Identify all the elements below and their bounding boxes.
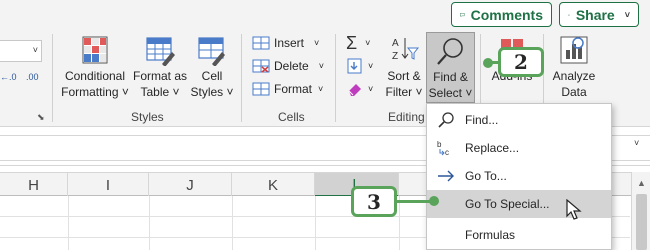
conditional-formatting-button[interactable]: Conditional Formatting ˅ xyxy=(60,32,130,104)
increase-decimal-button[interactable]: ←.0 xyxy=(0,72,17,82)
chevron-down-icon[interactable]: ˅ xyxy=(625,10,630,20)
insert-button[interactable]: Insert ˅ xyxy=(252,33,319,53)
cell-styles-label-2: Styles ˅ xyxy=(190,85,234,99)
chevron-down-icon[interactable]: ˅ xyxy=(634,138,639,148)
decrease-decimal-button[interactable]: .00 xyxy=(26,72,39,82)
share-button[interactable]: Share ˅ xyxy=(559,2,639,27)
group-divider xyxy=(241,34,242,122)
editing-group-label: Editing xyxy=(388,110,425,124)
scroll-thumb[interactable] xyxy=(636,194,647,250)
svg-text:c: c xyxy=(445,148,449,157)
find-select-menu: Find... bc Replace... Go To... Go To Spe… xyxy=(426,103,612,250)
vertical-scrollbar[interactable]: ▲ xyxy=(631,172,650,250)
menu-item-replace-label: Replace... xyxy=(465,141,520,155)
comments-label: Comments xyxy=(470,6,543,23)
svg-text:A: A xyxy=(392,38,399,49)
styles-group-label: Styles xyxy=(131,110,164,124)
sigma-icon: Σ xyxy=(346,32,358,53)
chevron-down-icon: ˅ xyxy=(32,45,38,55)
share-label: Share xyxy=(575,6,615,23)
menu-item-go-to-special-label: Go To Special... xyxy=(465,197,550,211)
gridline xyxy=(232,196,233,250)
sort-filter-button[interactable]: A Z Sort & Filter ˅ xyxy=(384,32,424,104)
format-button[interactable]: Format ˅ xyxy=(252,79,323,99)
column-header-k[interactable]: K xyxy=(232,173,315,197)
fill-down-icon xyxy=(347,58,362,74)
arrow-right-icon xyxy=(438,170,454,182)
delete-button[interactable]: Delete ˅ xyxy=(252,56,324,76)
gridline xyxy=(149,196,150,250)
delete-label: Delete xyxy=(274,59,309,73)
analyze-data-label-2: Data xyxy=(561,85,587,99)
cells-group-label: Cells xyxy=(278,110,305,124)
mouse-cursor-icon xyxy=(566,199,582,220)
chevron-down-icon: ˅ xyxy=(365,38,371,48)
svg-text:b: b xyxy=(437,140,442,149)
step-3-callout: 3 xyxy=(351,186,397,217)
format-as-table-button[interactable]: Format as Table ˅ xyxy=(131,32,189,104)
title-bar: Comments Share ˅ xyxy=(0,0,650,30)
step-2-callout: 2 xyxy=(498,47,544,77)
menu-item-formulas[interactable]: Formulas xyxy=(427,221,611,249)
menu-item-find-label: Find... xyxy=(465,113,499,127)
find-select-label-1: Find & xyxy=(433,70,468,84)
clear-button[interactable]: ˅ xyxy=(346,79,373,99)
find-select-button[interactable]: Find & Select ˅ xyxy=(426,32,475,103)
menu-item-go-to[interactable]: Go To... xyxy=(427,162,611,190)
sort-filter-label-1: Sort & xyxy=(387,69,421,83)
conditional-formatting-label-2: Formatting ˅ xyxy=(61,85,129,99)
insert-label: Insert xyxy=(274,36,305,50)
group-divider xyxy=(335,34,336,122)
group-divider xyxy=(52,34,53,122)
comment-icon xyxy=(460,12,465,17)
conditional-formatting-icon xyxy=(82,36,108,64)
sort-filter-label-2: Filter ˅ xyxy=(385,85,423,99)
menu-item-go-to-label: Go To... xyxy=(465,169,507,183)
cell-styles-icon xyxy=(198,37,225,66)
chevron-down-icon: ˅ xyxy=(318,61,324,71)
menu-item-replace[interactable]: bc Replace... xyxy=(427,134,611,162)
format-as-table-icon xyxy=(146,37,175,66)
scroll-up-icon[interactable]: ▲ xyxy=(637,178,646,188)
format-as-table-label-2: Table ˅ xyxy=(140,85,180,99)
svg-text:Z: Z xyxy=(392,51,398,62)
chevron-down-icon: ˅ xyxy=(368,61,374,71)
dialog-launcher-icon[interactable]: ⬊ xyxy=(37,112,45,123)
format-label: Format xyxy=(274,82,313,96)
comments-button[interactable]: Comments xyxy=(451,2,552,27)
number-format-dropdown[interactable]: ˅ xyxy=(0,40,42,62)
gridline xyxy=(399,196,400,250)
gridline xyxy=(315,196,316,250)
insert-icon xyxy=(252,36,270,50)
find-select-label-2: Select ˅ xyxy=(428,86,473,100)
chevron-down-icon: ˅ xyxy=(368,84,374,94)
callout-connector-dot xyxy=(429,196,439,206)
magnifier-icon xyxy=(437,38,463,65)
eraser-icon xyxy=(348,84,361,96)
replace-icon: bc xyxy=(437,140,449,157)
cell-styles-button[interactable]: Cell Styles ˅ xyxy=(188,32,236,104)
column-header-i[interactable]: I xyxy=(68,173,149,197)
column-header-h[interactable]: H xyxy=(0,173,68,197)
format-icon xyxy=(252,82,270,96)
analyze-data-label-1: Analyze xyxy=(552,69,596,83)
chevron-down-icon: ˅ xyxy=(318,84,324,94)
menu-item-formulas-label: Formulas xyxy=(465,228,516,242)
column-header-j[interactable]: J xyxy=(149,173,232,197)
conditional-formatting-label-1: Conditional xyxy=(64,69,126,83)
autosum-button[interactable]: Σ ˅ xyxy=(346,33,370,53)
cell-styles-label-1: Cell xyxy=(201,69,223,83)
gridline xyxy=(68,196,69,250)
chevron-down-icon: ˅ xyxy=(314,38,320,48)
menu-item-go-to-special[interactable]: Go To Special... xyxy=(427,190,611,218)
share-icon xyxy=(568,13,570,16)
analyze-data-icon xyxy=(560,36,588,64)
sort-filter-icon: A Z xyxy=(392,38,420,62)
fill-button[interactable]: ˅ xyxy=(346,56,373,76)
menu-item-find[interactable]: Find... xyxy=(427,106,611,134)
magnifier-icon xyxy=(438,112,454,128)
analyze-data-button[interactable]: Analyze Data xyxy=(548,32,600,104)
delete-icon xyxy=(252,59,270,73)
format-as-table-label-1: Format as xyxy=(132,69,187,83)
